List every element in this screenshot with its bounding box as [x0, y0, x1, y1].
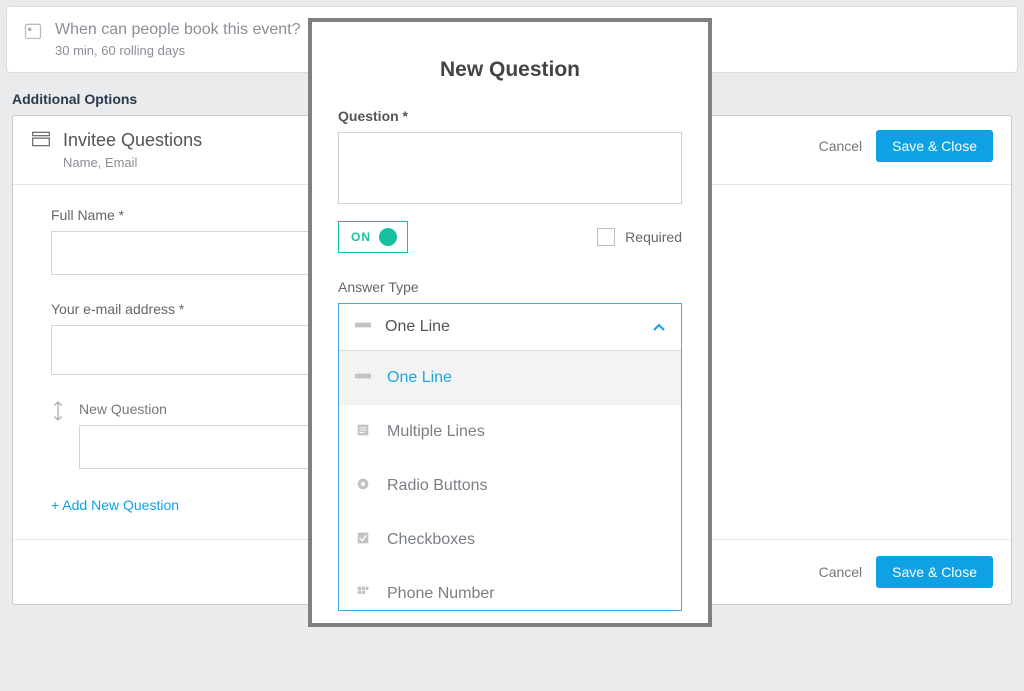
phone-icon: [355, 585, 371, 603]
option-checkboxes[interactable]: Checkboxes: [339, 513, 681, 567]
footer-cancel-button[interactable]: Cancel: [819, 564, 863, 580]
calendar-icon: [23, 21, 43, 44]
checkbox-icon: [355, 531, 371, 549]
modal-title: New Question: [338, 58, 682, 82]
required-checkbox[interactable]: [597, 228, 615, 246]
footer-save-close-button[interactable]: Save & Close: [876, 556, 993, 588]
required-label: Required: [625, 229, 682, 245]
cancel-button[interactable]: Cancel: [819, 138, 863, 154]
toggle-knob-icon: [379, 228, 397, 246]
answer-type-label: Answer Type: [338, 279, 682, 295]
panel-subtitle: Name, Email: [63, 155, 202, 170]
chevron-up-icon: [653, 320, 665, 334]
panel-title: Invitee Questions: [63, 130, 202, 151]
booking-settings-title: When can people book this event?: [55, 21, 301, 39]
answer-type-options-list[interactable]: One Line Multiple Lines Radio Buttons: [339, 350, 681, 610]
option-label: Phone Number: [387, 585, 495, 603]
active-toggle[interactable]: ON: [338, 221, 408, 253]
option-label: Checkboxes: [387, 531, 475, 549]
one-line-icon: [355, 318, 371, 336]
multiple-lines-icon: [355, 423, 371, 441]
option-radio-buttons[interactable]: Radio Buttons: [339, 459, 681, 513]
option-label: Radio Buttons: [387, 477, 488, 495]
radio-icon: [355, 477, 371, 495]
option-label: Multiple Lines: [387, 423, 485, 441]
new-question-modal: New Question Question * ON Required Answ…: [308, 18, 712, 627]
save-close-button[interactable]: Save & Close: [876, 130, 993, 162]
answer-type-select: One Line One Line Multiple Lines: [338, 303, 682, 611]
question-textarea[interactable]: [338, 132, 682, 204]
toggle-label: ON: [351, 230, 371, 244]
drag-handle-icon[interactable]: [51, 401, 65, 424]
booking-settings-subtitle: 30 min, 60 rolling days: [55, 43, 301, 58]
option-phone-number[interactable]: Phone Number: [339, 567, 681, 610]
answer-type-selected[interactable]: One Line: [339, 304, 681, 350]
one-line-icon: [355, 369, 371, 387]
option-multiple-lines[interactable]: Multiple Lines: [339, 405, 681, 459]
form-icon: [31, 130, 51, 151]
option-label: One Line: [387, 369, 452, 387]
question-field-label: Question *: [338, 108, 682, 124]
selected-option-text: One Line: [385, 318, 450, 336]
option-one-line[interactable]: One Line: [339, 351, 681, 405]
